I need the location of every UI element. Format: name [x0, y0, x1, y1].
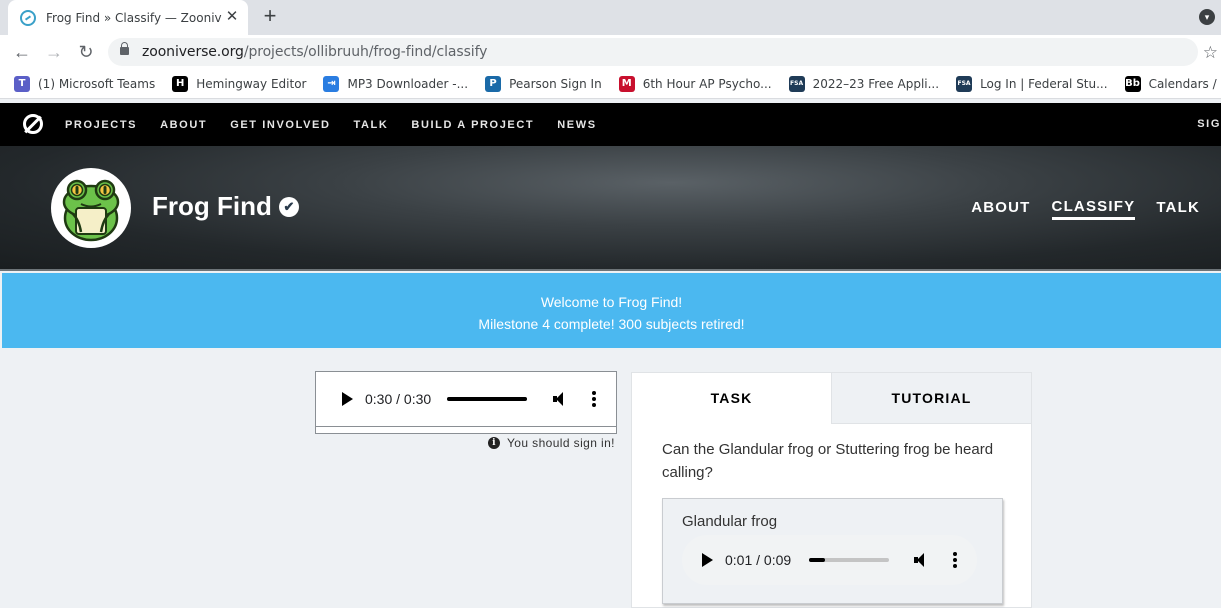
subject-viewer: 0:30 / 0:30 [315, 371, 617, 434]
banner-welcome: Welcome to Frog Find! [540, 294, 683, 310]
fsa-icon: FSA [788, 75, 805, 92]
bookmark-item[interactable]: H Hemingway Editor [172, 75, 307, 92]
browser-tabstrip: Frog Find » Classify — Zooniverse ✕ + ▾ [0, 0, 1221, 35]
lock-icon[interactable] [120, 42, 129, 55]
verified-badge-icon: ✔ [279, 197, 299, 217]
bookmark-label: Hemingway Editor [196, 76, 307, 91]
site-nav-talk[interactable]: TALK [354, 119, 389, 131]
bookmark-item[interactable]: ⇥ MP3 Downloader -... [323, 75, 469, 92]
bookmark-item[interactable]: FSA Log In | Federal Stu... [956, 75, 1108, 92]
pearson-icon: P [485, 75, 502, 92]
bookmark-label: Calendars / Bell Sch... [1148, 76, 1221, 91]
subject-audio-time: 0:30 / 0:30 [365, 391, 432, 407]
answer-audio-seekbar[interactable] [809, 558, 890, 562]
tab-title: Frog Find » Classify — Zooniverse [46, 10, 222, 25]
zooniverse-favicon-icon [20, 9, 36, 26]
bookmarks-bar: T (1) Microsoft Teams H Hemingway Editor ⇥ MP… [0, 69, 1221, 99]
project-title[interactable]: Frog Find [152, 191, 272, 222]
subject-audio-progress [447, 397, 528, 401]
more-options-icon[interactable] [953, 552, 958, 568]
site-nav-get-involved[interactable]: GET INVOLVED [230, 119, 330, 131]
subject-audio-seekbar[interactable] [447, 397, 528, 401]
bookmark-item[interactable]: P Pearson Sign In [485, 75, 602, 92]
frog-logo-icon [62, 179, 120, 242]
forward-arrow-icon[interactable]: → [43, 42, 65, 64]
bookmark-star-icon[interactable]: ☆ [1203, 43, 1218, 63]
volume-icon[interactable] [913, 552, 929, 568]
subject-divider [316, 426, 616, 427]
browser-toolbar: ← → ↻ zooniverse.org/projects/ollibruuh/… [0, 35, 1221, 69]
address-bar[interactable]: zooniverse.org/projects/ollibruuh/frog-f… [108, 38, 1198, 66]
bookmark-item[interactable]: FSA 2022–23 Free Appli... [788, 75, 940, 92]
banner-milestone: Milestone 4 complete! 300 subjects retir… [478, 316, 745, 332]
task-question: Can the Glandular frog or Stuttering fro… [662, 441, 994, 481]
project-nav: ABOUT CLASSIFY TALK [971, 146, 1221, 271]
tab-search-icon[interactable]: ▾ [1199, 9, 1215, 25]
info-icon: i [488, 437, 500, 449]
announcement-banner: Welcome to Frog Find! Milestone 4 comple… [2, 273, 1221, 348]
url-text[interactable]: zooniverse.org/projects/ollibruuh/frog-f… [142, 44, 487, 60]
project-nav-about[interactable]: ABOUT [971, 199, 1030, 218]
hemingway-icon: H [172, 75, 189, 92]
blackboard-icon: Bb [1124, 75, 1141, 92]
bookmark-item[interactable]: Bb Calendars / Bell Sch... [1124, 75, 1221, 92]
close-tab-icon[interactable]: ✕ [224, 9, 240, 25]
answer-audio-progress [809, 558, 826, 562]
fsa-icon: FSA [956, 75, 973, 92]
bookmark-label: (1) Microsoft Teams [38, 76, 156, 91]
bookmark-item[interactable]: T (1) Microsoft Teams [14, 75, 156, 92]
sign-in-notice-text: You should sign in! [507, 436, 615, 450]
bookmark-item[interactable]: M 6th Hour AP Psycho... [618, 75, 772, 92]
new-tab-button[interactable]: + [258, 5, 282, 29]
site-nav-links: PROJECTS ABOUT GET INVOLVED TALK BUILD A PRO… [65, 103, 620, 146]
more-options-icon[interactable] [592, 391, 597, 407]
tab-task[interactable]: TASK [632, 373, 831, 424]
play-icon[interactable] [342, 392, 353, 406]
site-nav-build-a-project[interactable]: BUILD A PROJECT [411, 119, 534, 131]
project-nav-talk[interactable]: TALK [1156, 199, 1200, 218]
answer-audio-player[interactable]: 0:01 / 0:09 [682, 535, 977, 585]
browser-tab[interactable]: Frog Find » Classify — Zooniverse ✕ [8, 0, 248, 35]
bookmark-label: 2022–23 Free Appli... [812, 76, 940, 91]
project-header: Frog Find ✔ ABOUT CLASSIFY TALK [0, 146, 1221, 271]
back-arrow-icon[interactable]: ← [11, 42, 33, 64]
reload-icon[interactable]: ↻ [75, 42, 97, 64]
project-avatar[interactable] [51, 168, 131, 248]
teams-icon: T [14, 75, 30, 92]
task-panel: TASK TUTORIAL Can the Glandular frog or … [631, 372, 1032, 608]
bookmark-label: Pearson Sign In [509, 76, 602, 91]
tab-tutorial[interactable]: TUTORIAL [831, 373, 1031, 424]
site-nav-projects[interactable]: PROJECTS [65, 119, 137, 131]
site-nav-about[interactable]: ABOUT [160, 119, 207, 131]
bookmark-label: MP3 Downloader -... [347, 76, 469, 91]
task-tabs: TASK TUTORIAL [632, 373, 1031, 424]
site-nav-news[interactable]: NEWS [557, 119, 596, 131]
psych-icon: M [618, 75, 635, 92]
play-icon[interactable] [702, 553, 713, 567]
answer-audio-time: 0:01 / 0:09 [725, 552, 792, 568]
volume-icon[interactable] [552, 391, 568, 407]
bookmark-label: 6th Hour AP Psycho... [642, 76, 772, 91]
zooniverse-logo-icon[interactable] [23, 114, 43, 134]
sign-in-notice: i You should sign in! [488, 436, 615, 450]
project-nav-classify[interactable]: CLASSIFY [1051, 198, 1136, 220]
site-nav: PROJECTS ABOUT GET INVOLVED TALK BUILD A PRO… [0, 103, 1221, 146]
answer-label: Glandular frog [682, 513, 778, 530]
answer-option-glandular-frog[interactable]: Glandular frog 0:01 / 0:09 [662, 498, 1003, 604]
bookmark-label: Log In | Federal Stu... [980, 76, 1108, 91]
subject-audio-player[interactable]: 0:30 / 0:30 [322, 378, 610, 420]
mp3-icon: ⇥ [323, 75, 340, 92]
sign-in-link[interactable]: SIG [1197, 118, 1221, 130]
